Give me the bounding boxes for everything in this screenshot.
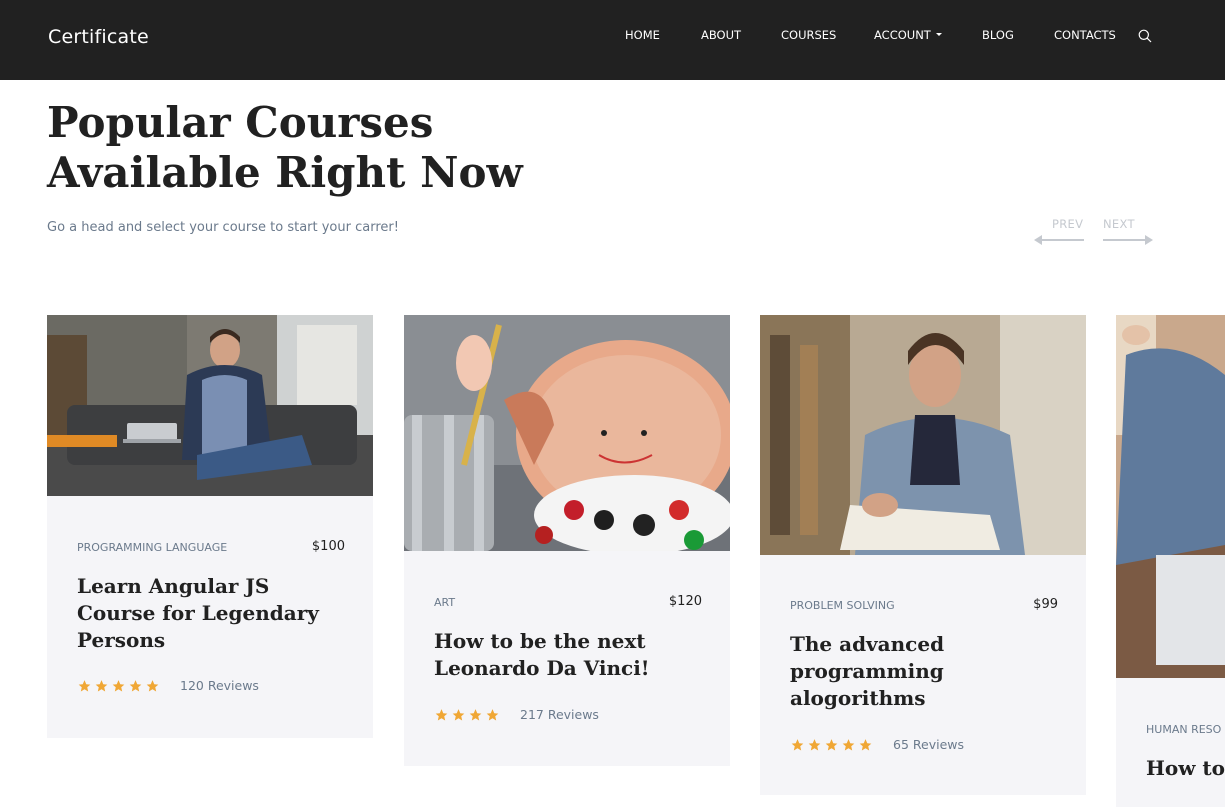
course-card[interactable]: PROBLEM SOLVING $99 The advanced program… [760, 315, 1086, 795]
course-image [404, 315, 730, 551]
course-category: HUMAN RESO [1146, 723, 1222, 736]
star-icon [825, 738, 838, 750]
next-arrow-line [1103, 239, 1147, 241]
course-card[interactable]: PROGRAMMING LANGUAGE $100 Learn Angular … [47, 315, 373, 738]
star-icon [112, 679, 125, 691]
star-icon [842, 738, 855, 750]
nav-item-home[interactable]: HOME [625, 28, 660, 42]
star-rating [77, 679, 160, 693]
nav-item-courses[interactable]: COURSES [781, 28, 836, 42]
search-icon [1138, 29, 1152, 43]
course-price: $99 [1033, 597, 1058, 612]
course-rating: 65 Reviews [790, 737, 964, 752]
course-price: $100 [311, 539, 345, 554]
next-label: NEXT [1103, 217, 1135, 231]
star-icon [129, 679, 142, 691]
course-reviews: 217 Reviews [520, 707, 599, 722]
course-price: $120 [668, 594, 702, 609]
star-icon [95, 679, 108, 691]
course-category: PROGRAMMING LANGUAGE [77, 541, 228, 554]
star-icon [859, 738, 872, 750]
brand-logo[interactable]: Certificate [48, 26, 149, 48]
nav-item-about[interactable]: ABOUT [701, 28, 741, 42]
star-rating [434, 708, 500, 722]
star-rating [790, 738, 873, 752]
star-icon [808, 738, 821, 750]
course-card[interactable]: HUMAN RESO How to employ [1116, 315, 1225, 807]
course-rating: 120 Reviews [77, 678, 259, 693]
next-button[interactable]: NEXT [1103, 217, 1155, 247]
course-title[interactable]: The advanced programming alogorithms [790, 631, 1058, 712]
prev-arrow-line [1040, 239, 1084, 241]
prev-label: PREV [1052, 217, 1084, 231]
star-icon [146, 679, 159, 691]
star-icon [791, 738, 804, 750]
course-card[interactable]: ART $120 How to be the next Leonardo Da … [404, 315, 730, 766]
star-icon [78, 679, 91, 691]
nav-item-account-label: ACCOUNT [874, 28, 931, 42]
course-rating: 217 Reviews [434, 707, 599, 722]
page-title-line-2: Available Right Now [47, 148, 523, 197]
course-image [1116, 315, 1225, 678]
arrow-right-icon [1145, 235, 1153, 245]
course-title[interactable]: How to be the next Leonardo Da Vinci! [434, 628, 702, 682]
search-button[interactable] [1138, 29, 1154, 45]
star-icon [452, 708, 465, 720]
course-category: ART [434, 596, 456, 609]
nav-item-blog[interactable]: BLOG [982, 28, 1014, 42]
caret-down-icon [935, 33, 942, 36]
page-title-line-1: Popular Courses [47, 98, 434, 147]
top-navbar: Certificate HOME ABOUT COURSES ACCOUNT B… [0, 0, 1225, 80]
page-title: Popular Courses Available Right Now [47, 98, 647, 198]
star-icon [486, 708, 499, 720]
course-title[interactable]: Learn Angular JS Course for Legendary Pe… [77, 573, 345, 654]
page-subtitle: Go a head and select your course to star… [47, 220, 399, 235]
course-image [760, 315, 1086, 555]
course-image [47, 315, 373, 496]
course-category: PROBLEM SOLVING [790, 599, 895, 612]
star-icon [435, 708, 448, 720]
course-reviews: 65 Reviews [893, 737, 964, 752]
prev-button[interactable]: PREV [1034, 217, 1086, 247]
course-title[interactable]: How to employ [1146, 755, 1225, 782]
nav-item-account[interactable]: ACCOUNT [874, 28, 942, 42]
nav-item-contacts[interactable]: CONTACTS [1054, 28, 1116, 42]
course-reviews: 120 Reviews [180, 678, 259, 693]
star-icon [469, 708, 482, 720]
